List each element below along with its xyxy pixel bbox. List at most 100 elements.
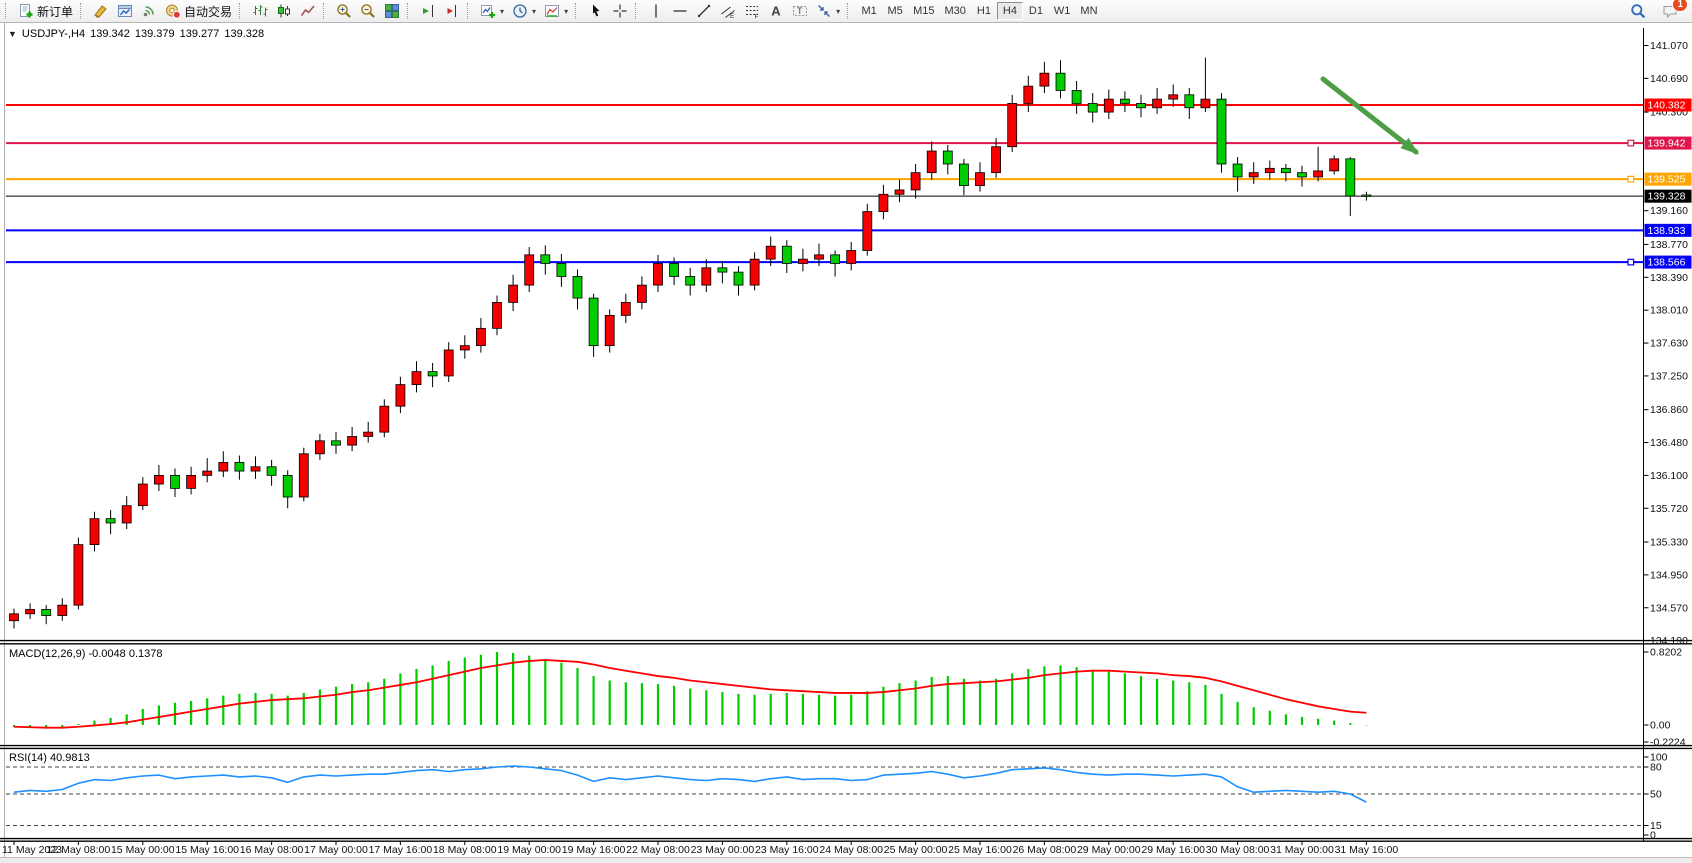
rsi-indicator-label: RSI(14) 40.9813 [9, 752, 90, 764]
macd-axis-label[interactable]: 0.8202 [1650, 647, 1682, 659]
time-axis-label[interactable]: 17 May 16:00 [369, 844, 433, 856]
bar-chart-icon [252, 3, 268, 19]
time-axis-label[interactable]: 30 May 08:00 [1206, 844, 1270, 856]
timeframe-h1[interactable]: H1 [971, 2, 997, 20]
line-handle[interactable] [1628, 140, 1634, 146]
arrows-button[interactable]: ▾ [812, 1, 844, 21]
time-axis-label[interactable]: 26 May 08:00 [1013, 844, 1077, 856]
timeframe-mn[interactable]: MN [1075, 2, 1102, 20]
auto-scroll-button[interactable] [416, 1, 440, 21]
time-axis-label[interactable]: 15 May 00:00 [111, 844, 175, 856]
time-axis-label[interactable]: 22 May 08:00 [626, 844, 690, 856]
time-axis-label[interactable]: 16 May 08:00 [240, 844, 304, 856]
new-order-button[interactable]: 新订单 [14, 1, 77, 21]
notification-badge: 1 [1672, 0, 1688, 12]
chart-shift-button[interactable] [440, 1, 464, 21]
price-axis-label[interactable]: 137.630 [1650, 338, 1688, 350]
indicators-button[interactable]: ▾ [476, 1, 508, 21]
chart-low: 139.277 [180, 28, 220, 40]
price-axis-label[interactable]: 137.250 [1650, 370, 1688, 382]
toolbar-drag-handle [5, 3, 9, 19]
horizontal-line-button[interactable] [668, 1, 692, 21]
signals-button[interactable] [137, 1, 161, 21]
timeframe-h4[interactable]: H4 [997, 2, 1023, 20]
chevron-down-icon[interactable]: ▼ [8, 29, 17, 39]
time-axis-label[interactable]: 23 May 00:00 [691, 844, 755, 856]
price-axis-label[interactable]: 138.770 [1650, 239, 1688, 251]
timeframe-m5[interactable]: M5 [882, 2, 908, 20]
time-axis-label[interactable]: 15 May 16:00 [175, 844, 239, 856]
tile-windows-button[interactable] [380, 1, 404, 21]
price-axis-label[interactable]: 135.330 [1650, 537, 1688, 549]
rsi-axis-label[interactable]: 80 [1650, 762, 1662, 774]
time-axis-label[interactable]: 19 May 00:00 [497, 844, 561, 856]
dropdown-arrow-icon[interactable]: ▾ [836, 7, 840, 16]
line-handle[interactable] [1628, 259, 1634, 265]
time-axis-label[interactable]: 24 May 08:00 [819, 844, 883, 856]
auto-trading-icon [165, 3, 181, 19]
price-axis-label[interactable]: 138.390 [1650, 272, 1688, 284]
dropdown-arrow-icon[interactable]: ▾ [500, 7, 504, 16]
styler-button[interactable] [89, 1, 113, 21]
line-chart-button[interactable] [296, 1, 320, 21]
rsi-axis-label[interactable]: 50 [1650, 789, 1662, 801]
zoom-in-button[interactable] [332, 1, 356, 21]
time-axis-label[interactable]: 31 May 16:00 [1335, 844, 1399, 856]
text-label-button[interactable]: T [788, 1, 812, 21]
price-axis-label[interactable]: 134.190 [1650, 635, 1688, 647]
trendline-button[interactable] [692, 1, 716, 21]
chart-window-button[interactable] [113, 1, 137, 21]
price-axis-label[interactable]: 135.720 [1650, 503, 1688, 515]
timeframe-d1[interactable]: D1 [1023, 2, 1049, 20]
zoom-out-button[interactable] [356, 1, 380, 21]
time-axis-label[interactable]: 29 May 00:00 [1077, 844, 1141, 856]
templates-button[interactable]: ▾ [540, 1, 572, 21]
equidistant-channel-button[interactable]: E [716, 1, 740, 21]
time-axis-label[interactable]: 31 May 00:00 [1270, 844, 1334, 856]
chart-canvas[interactable]: 141.070140.690140.300139.160138.770138.3… [0, 0, 1692, 863]
search-button[interactable] [1626, 1, 1650, 21]
crosshair-button[interactable] [608, 1, 632, 21]
time-axis-label[interactable]: 17 May 00:00 [304, 844, 368, 856]
cursor-button[interactable] [584, 1, 608, 21]
price-axis-label[interactable]: 141.070 [1650, 40, 1688, 52]
price-axis-label[interactable]: 134.950 [1650, 569, 1688, 581]
time-axis-label[interactable]: 25 May 16:00 [948, 844, 1012, 856]
time-axis-label[interactable]: 25 May 00:00 [884, 844, 948, 856]
vertical-line-button[interactable] [644, 1, 668, 21]
timeframe-m15[interactable]: M15 [908, 2, 939, 20]
dropdown-arrow-icon[interactable]: ▾ [532, 7, 536, 16]
time-axis-label[interactable]: 23 May 16:00 [755, 844, 819, 856]
macd-axis-label[interactable]: 0.00 [1650, 720, 1671, 732]
time-axis-label[interactable]: 19 May 16:00 [562, 844, 626, 856]
chart-shift-icon [444, 3, 460, 19]
price-axis-label[interactable]: 136.100 [1650, 470, 1688, 482]
candle [171, 475, 180, 488]
chat-button[interactable]: 1 [1658, 1, 1682, 21]
auto-trading-button[interactable]: 自动交易 [161, 1, 236, 21]
bar-chart-button[interactable] [248, 1, 272, 21]
rsi-axis-label[interactable]: 0 [1650, 830, 1656, 842]
candle [154, 475, 163, 484]
dropdown-arrow-icon[interactable]: ▾ [564, 7, 568, 16]
line-handle[interactable] [1628, 176, 1634, 182]
time-axis-label[interactable]: 12 May 08:00 [47, 844, 111, 856]
candle [1040, 73, 1049, 86]
price-axis-label[interactable]: 140.690 [1650, 73, 1688, 85]
text-button[interactable]: A [764, 1, 788, 21]
price-axis-label[interactable]: 139.160 [1650, 205, 1688, 217]
time-axis-label[interactable]: 18 May 08:00 [433, 844, 497, 856]
fibonacci-button[interactable]: F [740, 1, 764, 21]
time-axis-label[interactable]: 29 May 16:00 [1141, 844, 1205, 856]
price-axis-label[interactable]: 138.010 [1650, 305, 1688, 317]
price-axis-label[interactable]: 136.480 [1650, 437, 1688, 449]
timeframe-w1[interactable]: W1 [1049, 2, 1076, 20]
timeframe-m1[interactable]: M1 [856, 2, 882, 20]
candlestick-chart-button[interactable] [272, 1, 296, 21]
macd-axis-label[interactable]: -0.2224 [1650, 737, 1686, 749]
timeframe-m30[interactable]: M30 [940, 2, 971, 20]
price-axis-label[interactable]: 134.570 [1650, 602, 1688, 614]
candle [58, 605, 67, 615]
periods-button[interactable]: ▾ [508, 1, 540, 21]
price-axis-label[interactable]: 136.860 [1650, 404, 1688, 416]
